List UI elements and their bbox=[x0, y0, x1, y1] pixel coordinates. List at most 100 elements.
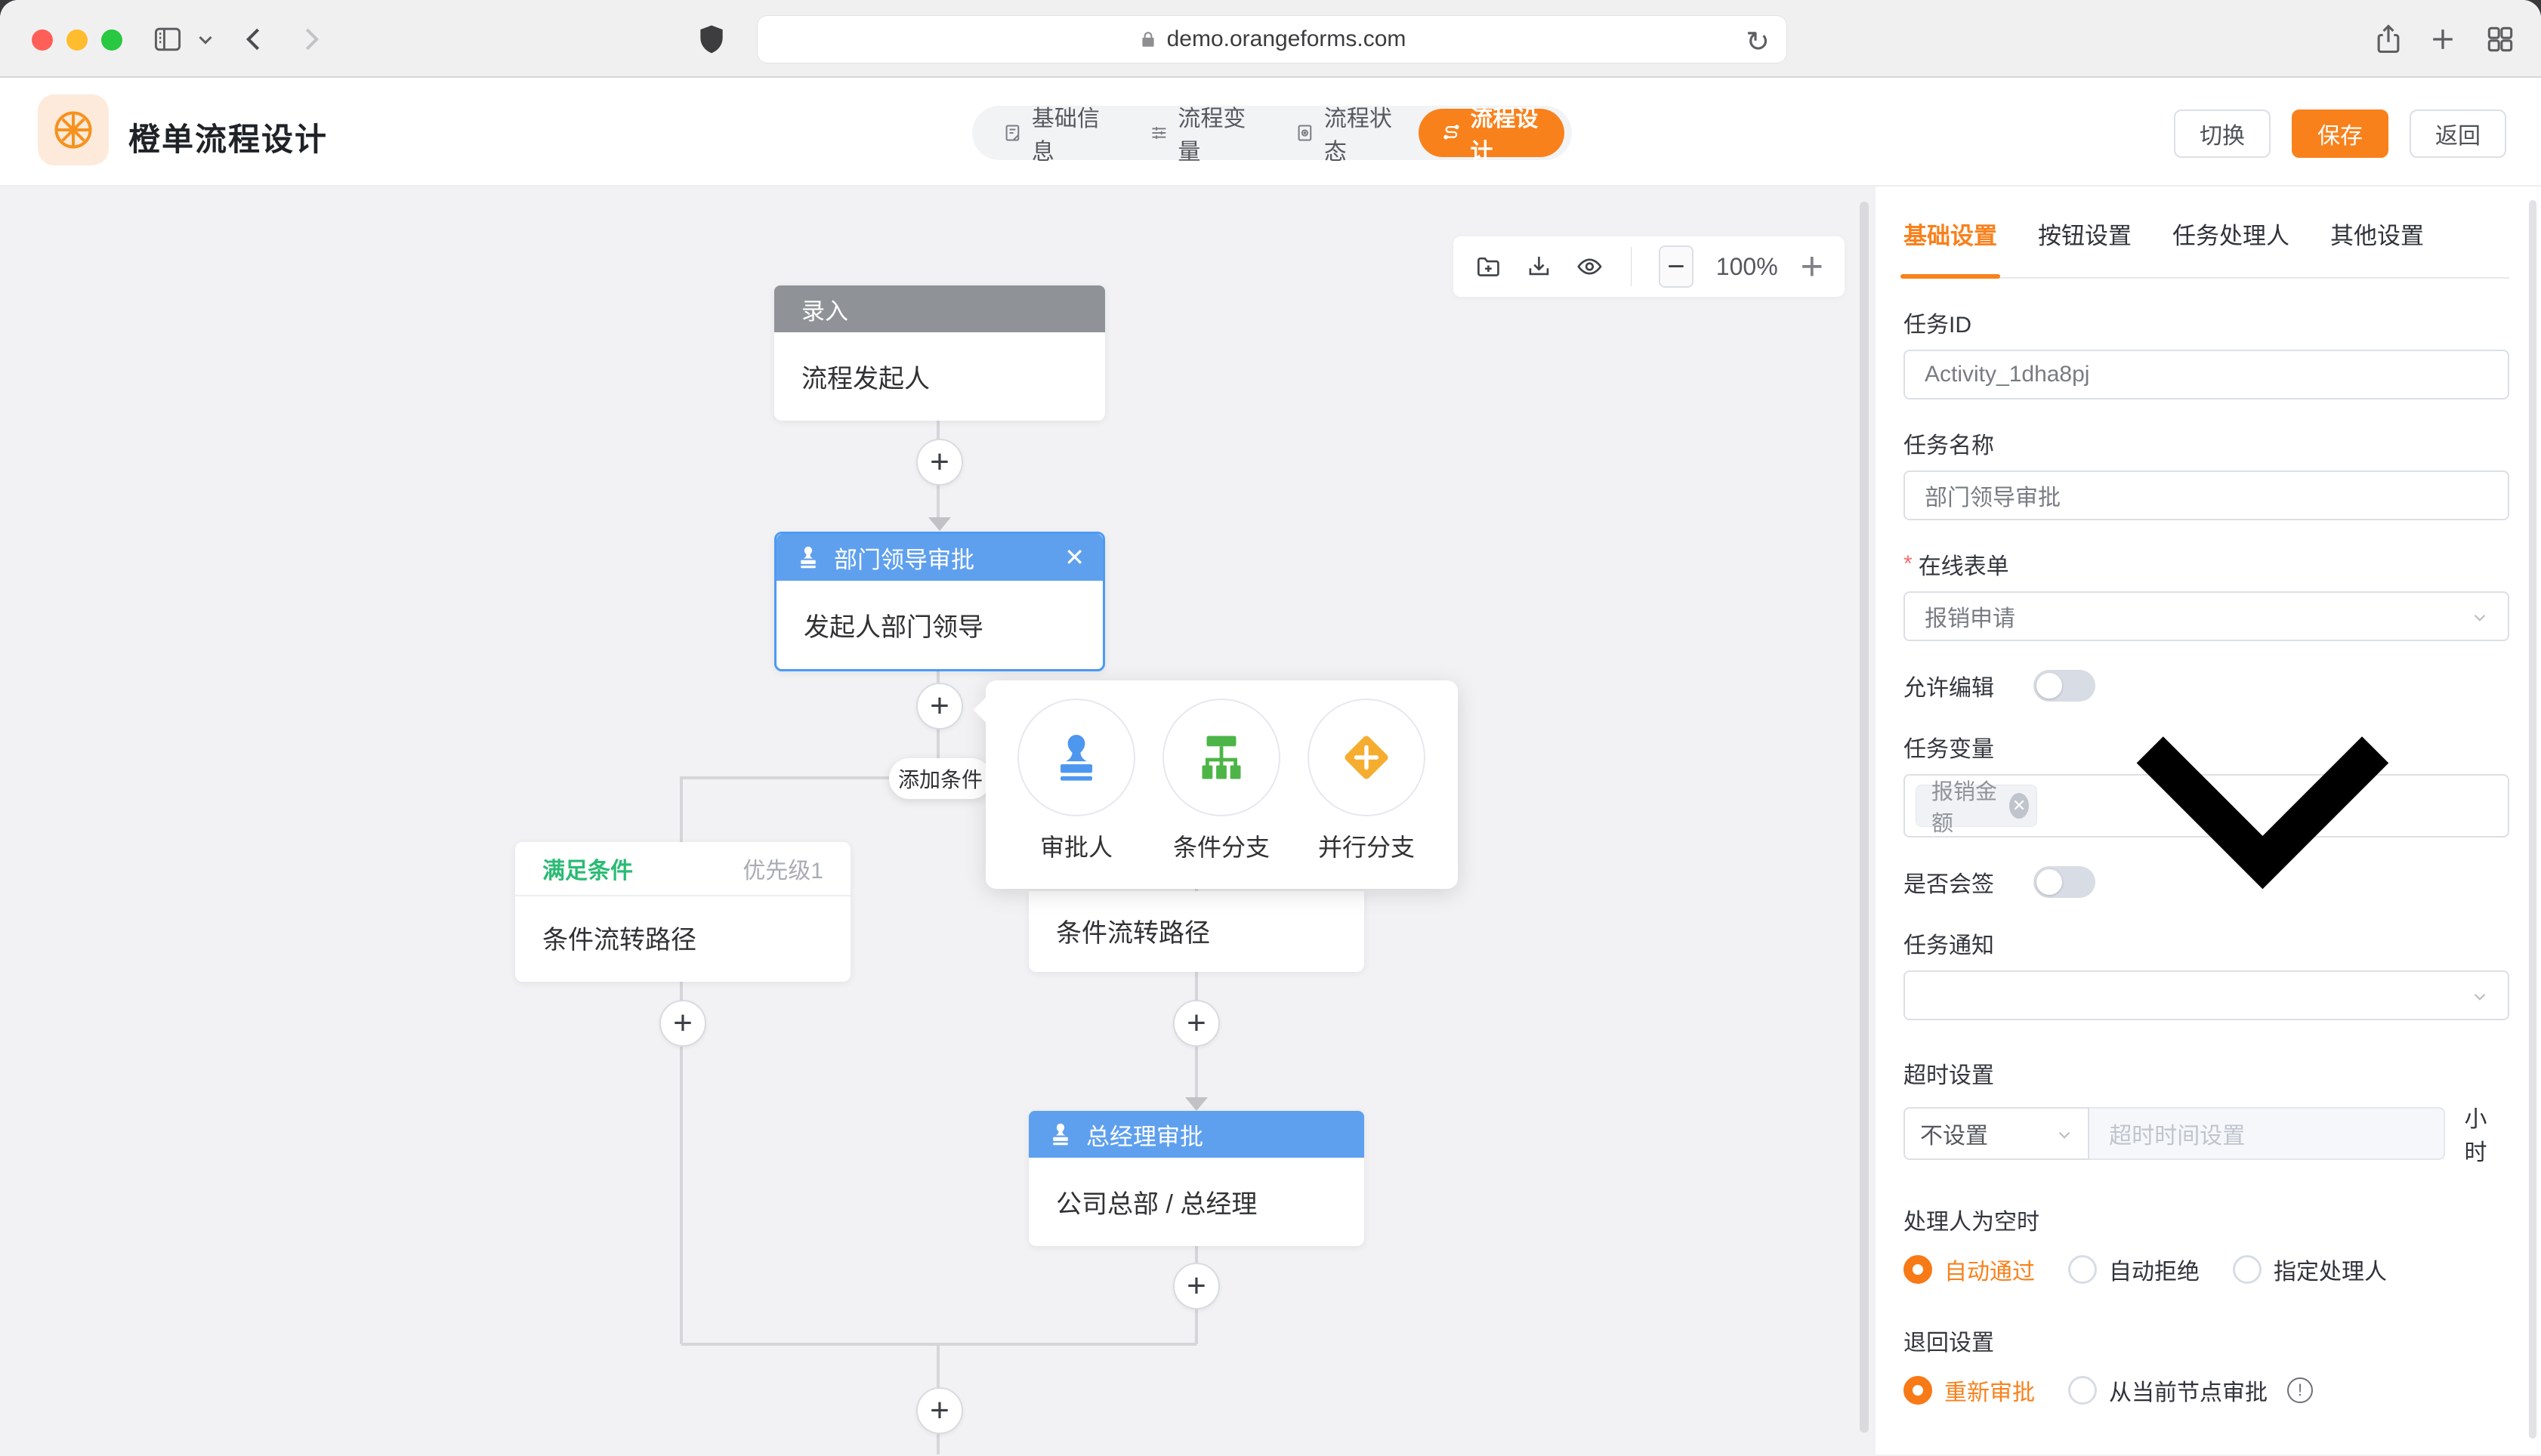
panel-tabs: 基础设置 按钮设置 任务处理人 其他设置 bbox=[1903, 187, 2509, 279]
node-gm-approval[interactable]: 总经理审批 公司总部 / 总经理 bbox=[1029, 1111, 1364, 1246]
tab-other-settings[interactable]: 其他设置 bbox=[2330, 217, 2424, 277]
sliders-icon bbox=[1149, 120, 1169, 146]
timeout-value-input[interactable]: 超时时间设置 bbox=[2089, 1107, 2444, 1160]
window-minimize-button[interactable] bbox=[66, 29, 88, 51]
node-dept-approval[interactable]: 部门领导审批 ✕ 发起人部门领导 bbox=[774, 532, 1105, 671]
remove-tag-icon[interactable]: ✕ bbox=[2009, 793, 2029, 819]
lock-icon bbox=[1138, 28, 1158, 51]
main-area: 录入 流程发起人 + 部门领导审批 ✕ 发起人部门领导 + 添加条件 满足条件 … bbox=[0, 187, 2541, 1454]
return-setting-label: 退回设置 bbox=[1903, 1324, 2509, 1357]
condition-body: 条件流转路径 bbox=[515, 896, 851, 982]
window-close-button[interactable] bbox=[32, 29, 53, 51]
node-condition-2[interactable]: 条件流转路径 bbox=[1029, 891, 1364, 972]
zoom-in-button[interactable]: + bbox=[1801, 244, 1823, 289]
save-button[interactable]: 保存 bbox=[2292, 110, 2388, 158]
tab-overview-icon[interactable] bbox=[2481, 20, 2520, 59]
radio-restart-approval[interactable]: 重新审批 bbox=[1903, 1374, 2035, 1407]
node-start[interactable]: 录入 流程发起人 bbox=[774, 285, 1105, 421]
shield-extension-icon[interactable] bbox=[692, 20, 731, 59]
node-close-icon[interactable]: ✕ bbox=[1064, 543, 1085, 572]
required-asterisk: * bbox=[1903, 551, 1913, 577]
tab-button-settings[interactable]: 按钮设置 bbox=[2038, 217, 2132, 277]
back-button[interactable] bbox=[236, 20, 275, 59]
timeout-mode-select[interactable]: 不设置 bbox=[1903, 1107, 2089, 1160]
radio-assign-handler[interactable]: 指定处理人 bbox=[2233, 1253, 2387, 1286]
task-vars-select[interactable]: 报销金额 ✕ bbox=[1903, 774, 2509, 838]
open-file-icon[interactable] bbox=[1474, 249, 1502, 284]
share-icon[interactable] bbox=[2369, 20, 2408, 59]
app-header: 橙单流程设计 基础信息 流程变量 流程状态 流程设计 切换 保存 返回 bbox=[0, 78, 2541, 187]
tab-label: 流程状态 bbox=[1324, 100, 1396, 166]
document-status-icon bbox=[1295, 120, 1315, 146]
tab-process-variables[interactable]: 流程变量 bbox=[1126, 109, 1273, 157]
header-tab-group: 基础信息 流程变量 流程状态 流程设计 bbox=[972, 106, 1572, 160]
countersign-label: 是否会签 bbox=[1903, 865, 1994, 899]
chevron-down-icon bbox=[2037, 581, 2488, 1032]
flow-route-icon bbox=[1441, 120, 1462, 146]
radio-auto-approve[interactable]: 自动通过 bbox=[1903, 1253, 2035, 1286]
zoom-level: 100% bbox=[1716, 253, 1778, 281]
countersign-toggle[interactable] bbox=[2033, 866, 2095, 898]
flow-canvas[interactable]: 录入 流程发起人 + 部门领导审批 ✕ 发起人部门领导 + 添加条件 满足条件 … bbox=[0, 187, 1876, 1454]
canvas-toolbar: − 100% + bbox=[1453, 236, 1845, 297]
radio-current-node-approval[interactable]: 从当前节点审批 ! bbox=[2068, 1374, 2313, 1407]
popup-option-labels: 审批人 条件分支 并行分支 bbox=[986, 828, 1458, 863]
add-parallel-branch-button[interactable] bbox=[1308, 699, 1425, 816]
download-icon[interactable] bbox=[1525, 249, 1553, 284]
tab-process-design[interactable]: 流程设计 bbox=[1419, 109, 1565, 157]
add-node-button[interactable]: + bbox=[916, 683, 963, 730]
panel-scrollbar[interactable] bbox=[2529, 200, 2536, 1439]
parallel-branch-icon bbox=[1339, 730, 1394, 785]
switch-button[interactable]: 切换 bbox=[2174, 110, 2271, 158]
radio-on-icon bbox=[1903, 1255, 1932, 1284]
toolbar-divider bbox=[1631, 247, 1632, 286]
add-node-button[interactable]: + bbox=[1173, 1263, 1220, 1309]
chevron-down-icon[interactable] bbox=[192, 20, 219, 59]
connector-line bbox=[680, 776, 683, 844]
node-title: 总经理审批 bbox=[1086, 1118, 1203, 1152]
task-name-value: 部门领导审批 bbox=[1925, 479, 2061, 512]
sidebar-toggle-icon[interactable] bbox=[148, 20, 187, 59]
add-condition-branch-button[interactable] bbox=[1162, 699, 1280, 816]
forward-button[interactable] bbox=[290, 20, 329, 59]
condition-priority: 优先级1 bbox=[743, 852, 823, 885]
node-gm-header: 总经理审批 bbox=[1029, 1111, 1364, 1158]
tab-task-handler[interactable]: 任务处理人 bbox=[2172, 217, 2289, 277]
add-approver-button[interactable] bbox=[1017, 699, 1135, 816]
task-name-field[interactable]: 部门领导审批 bbox=[1903, 470, 2509, 520]
option-label: 条件分支 bbox=[1162, 828, 1280, 863]
tab-basic-settings[interactable]: 基础设置 bbox=[1903, 217, 1997, 277]
tab-label: 流程变量 bbox=[1178, 100, 1249, 166]
address-bar[interactable]: demo.orangeforms.com ↻ bbox=[757, 15, 1787, 63]
add-node-button[interactable]: + bbox=[659, 1000, 706, 1047]
new-tab-icon[interactable] bbox=[2423, 20, 2462, 59]
window-zoom-button[interactable] bbox=[101, 29, 122, 51]
tab-process-status[interactable]: 流程状态 bbox=[1272, 109, 1419, 157]
add-node-button[interactable]: + bbox=[916, 1387, 963, 1434]
condition-header: 满足条件 优先级1 bbox=[515, 842, 851, 896]
approver-stamp-icon bbox=[1047, 1121, 1074, 1148]
approver-stamp-icon bbox=[1049, 730, 1104, 785]
reload-icon[interactable]: ↻ bbox=[1746, 25, 1770, 59]
settings-panel: 基础设置 按钮设置 任务处理人 其他设置 任务ID Activity_1dha8… bbox=[1876, 187, 2541, 1454]
condition-body: 条件流转路径 bbox=[1029, 891, 1364, 975]
timeout-unit: 小时 bbox=[2465, 1100, 2509, 1167]
browser-toolbar: demo.orangeforms.com ↻ bbox=[0, 0, 2541, 78]
canvas-scrollbar[interactable] bbox=[1860, 202, 1869, 1433]
back-button-app[interactable]: 返回 bbox=[2410, 110, 2506, 158]
add-node-button[interactable]: + bbox=[1173, 1000, 1220, 1047]
add-condition-button[interactable]: 添加条件 bbox=[889, 758, 992, 799]
tab-basic-info[interactable]: 基础信息 bbox=[980, 109, 1126, 157]
node-condition-1[interactable]: 满足条件 优先级1 条件流转路径 bbox=[515, 842, 851, 982]
info-icon: ! bbox=[2287, 1377, 2313, 1403]
arrowhead-icon bbox=[1185, 1097, 1208, 1111]
task-id-field[interactable]: Activity_1dha8pj bbox=[1903, 350, 2509, 399]
node-start-header: 录入 bbox=[774, 285, 1105, 332]
radio-off-icon bbox=[2233, 1255, 2262, 1284]
notify-select[interactable] bbox=[1903, 970, 2509, 1020]
preview-eye-icon[interactable] bbox=[1576, 249, 1604, 284]
radio-auto-reject[interactable]: 自动拒绝 bbox=[2068, 1253, 2200, 1286]
zoom-out-button[interactable]: − bbox=[1659, 245, 1693, 288]
add-node-button[interactable]: + bbox=[916, 439, 963, 486]
option-label: 并行分支 bbox=[1308, 828, 1425, 863]
